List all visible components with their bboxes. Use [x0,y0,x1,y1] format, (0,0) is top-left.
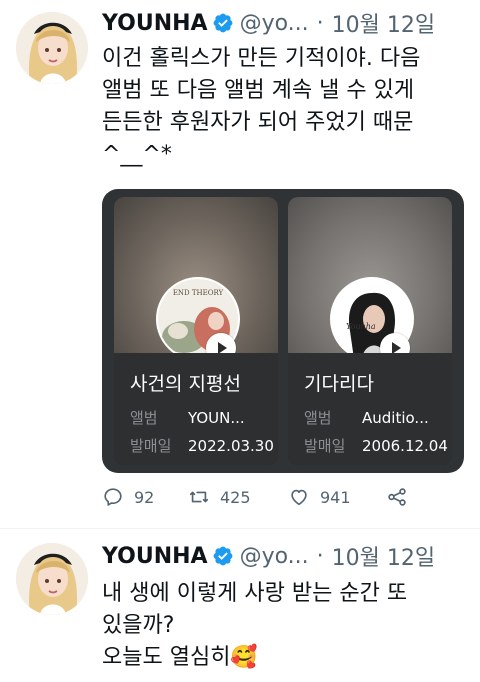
tweet-2[interactable]: YOUNHA @yo... · 10월 12일 내 생에 이렇게 사랑 받는 순… [0,529,480,682]
display-name[interactable]: YOUNHA [102,11,208,36]
retweet-icon [189,491,209,503]
like-button[interactable]: 941 [288,486,351,508]
share-icon [388,488,406,506]
retweet-count: 425 [220,487,251,507]
verified-badge-icon [213,13,232,33]
retweet-button[interactable]: 425 [188,486,251,508]
reply-button[interactable]: 92 [102,486,154,508]
tweet-text-line: 든든한 후원자가 되어 주었기 때문 [102,110,414,135]
card-title: 기다리다 [304,373,374,395]
tweet-text-line: 내 생에 이렇게 사랑 받는 순간 또 [102,581,408,606]
avatar[interactable] [16,12,88,84]
release-date: 2022.03.30 [188,437,274,455]
music-card-2[interactable]: Younha 기다리다 앨범 Auditio... 발매일 2006.12.04 [288,197,452,465]
tweet-text-line: 앨범 또 다음 앨범 계속 낼 수 있게 [102,78,415,103]
avatar-illustration [16,543,88,615]
tweet-header: YOUNHA @yo... · 10월 12일 [102,540,435,572]
album-value: Auditio... [362,409,429,427]
release-row: 발매일 2006.12.04 [304,435,448,456]
tweet-header: YOUNHA @yo... · 10월 12일 [102,7,435,39]
album-label: 앨범 [130,409,158,427]
display-name[interactable]: YOUNHA [102,544,208,569]
album-row: 앨범 YOUN... [130,407,245,428]
tweet-date[interactable]: 10월 12일 [332,7,435,39]
card-info: 기다리다 앨범 Auditio... 발매일 2006.12.04 [288,353,452,465]
verified-badge-icon [213,546,232,566]
separator-dot: · [316,543,324,569]
release-label: 발매일 [130,437,172,455]
tweet-1[interactable]: YOUNHA @yo... · 10월 12일 이건 홀릭스가 만든 기적이야.… [0,0,480,528]
tweet-actions: 92 425 941 [102,486,442,514]
card-info: 사건의 지평선 앨범 YOUN... 발매일 2022.03.30 [114,353,278,465]
album-row: 앨범 Auditio... [304,407,429,428]
user-handle[interactable]: @yo... [240,11,309,36]
release-row: 발매일 2022.03.30 [130,435,274,456]
tweet-text-line: 있을까? [102,613,175,638]
music-card-carousel: END THEORY 사건의 지평선 앨범 YOUN... 발매일 2022.0… [102,189,464,473]
avatar[interactable] [16,543,88,615]
music-card-1[interactable]: END THEORY 사건의 지평선 앨범 YOUN... 발매일 2022.0… [114,197,278,465]
tweet-text: 내 생에 이렇게 사랑 받는 순간 또 있을까? 오늘도 열심히🥰 [102,578,472,674]
reply-icon [104,488,122,506]
tweet-date[interactable]: 10월 12일 [332,540,435,572]
like-icon [291,489,307,506]
release-date: 2006.12.04 [362,437,448,455]
reply-count: 92 [134,487,155,507]
like-count: 941 [320,487,351,507]
card-title: 사건의 지평선 [130,373,241,395]
tweet-text-line: 오늘도 열심히🥰 [102,645,258,670]
avatar-illustration [16,12,88,84]
album-art-text: Younha [346,322,376,331]
share-button[interactable] [386,486,418,508]
album-label: 앨범 [304,409,332,427]
album-value: YOUN... [188,409,245,427]
tweet-text-line: 이건 홀릭스가 만든 기적이야. 다음 [102,46,421,71]
album-art-text: END THEORY [173,289,224,297]
tweet-text-line: ^__^* [102,142,172,167]
separator-dot: · [316,10,324,36]
release-label: 발매일 [304,437,346,455]
user-handle[interactable]: @yo... [240,544,309,569]
tweet-text: 이건 홀릭스가 만든 기적이야. 다음 앨범 또 다음 앨범 계속 낼 수 있게… [102,43,472,171]
